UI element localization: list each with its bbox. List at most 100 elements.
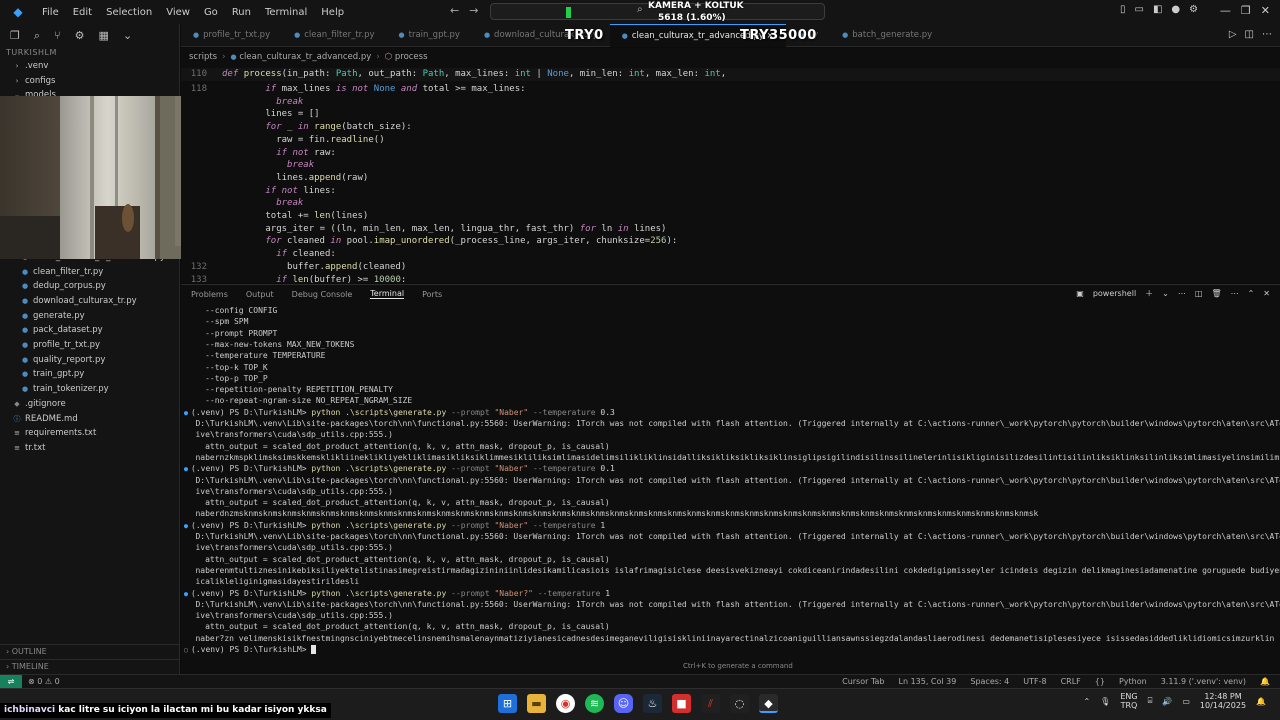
code-line[interactable]: total += len(lines) — [181, 210, 1280, 223]
spotify-icon[interactable]: ≋ — [585, 694, 604, 713]
trash-icon[interactable]: 🗑 — [1211, 289, 1221, 298]
notification-bell-icon[interactable]: 🔔 — [1256, 697, 1266, 706]
explorer-root[interactable]: TURKISHLM — [0, 46, 179, 59]
obs-icon[interactable]: ◌ — [730, 694, 749, 713]
indentation-status[interactable]: Spaces: 4 — [970, 675, 1009, 688]
forward-arrow-icon[interactable]: → — [469, 4, 478, 17]
language-mode[interactable]: Python — [1119, 675, 1147, 688]
code-line[interactable]: break — [181, 96, 1280, 109]
menu-file[interactable]: File — [36, 7, 65, 18]
panel-tab-ports[interactable]: Ports — [422, 290, 442, 299]
code-line[interactable]: for cleaned in pool.imap_unordered(_proc… — [181, 235, 1280, 248]
timeline-section[interactable]: › TIMELINE — [0, 659, 180, 673]
explorer-item[interactable]: ● pack_dataset.py — [0, 323, 179, 338]
code-line[interactable]: for _ in range(batch_size): — [181, 121, 1280, 134]
close-icon[interactable]: ✕ — [1261, 4, 1270, 17]
debug-icon[interactable]: ⚙ — [75, 29, 85, 42]
minimize-icon[interactable]: — — [1220, 4, 1231, 17]
steam-icon[interactable]: ♨ — [643, 694, 662, 713]
tab-batch-generate-py[interactable]: ● batch_generate.py — [830, 24, 944, 47]
explorer-item[interactable]: › configs — [0, 74, 179, 89]
explorer-item[interactable]: ● generate.py — [0, 309, 179, 324]
extensions-icon[interactable]: ▦ — [99, 29, 109, 42]
encoding-status[interactable]: UTF-8 — [1023, 675, 1046, 688]
code-editor[interactable]: 110 def process(in_path: Path, out_path: … — [181, 66, 1280, 283]
code-line[interactable]: break — [181, 159, 1280, 172]
eol-status[interactable]: CRLF — [1061, 675, 1081, 688]
breadcrumb-folder[interactable]: scripts — [189, 52, 217, 62]
microphone-icon[interactable]: 🎙 — [1100, 697, 1110, 706]
terminal-output[interactable]: --config CONFIG --spm SPM --prompt PROMP… — [181, 305, 1280, 655]
explorer-item[interactable]: ● profile_tr_txt.py — [0, 338, 179, 353]
menu-view[interactable]: View — [160, 7, 196, 18]
explorer-item[interactable]: ◆ .gitignore — [0, 397, 179, 412]
tab-train-gpt-py[interactable]: ● train_gpt.py — [387, 24, 472, 47]
restore-icon[interactable]: ❐ — [1241, 4, 1251, 17]
explorer-item[interactable]: ● dedup_corpus.py — [0, 279, 179, 294]
menu-selection[interactable]: Selection — [100, 7, 158, 18]
accounts-icon[interactable]: ● — [1171, 4, 1180, 15]
cursor-taskbar-icon[interactable]: ◆ — [759, 694, 778, 713]
explorer-item[interactable]: › .venv — [0, 59, 179, 74]
code-line[interactable]: args_iter = ((ln, min_len, max_len, ling… — [181, 223, 1280, 236]
bell-icon[interactable]: 🔔 — [1260, 675, 1270, 688]
sticky-scroll-line[interactable]: 110 def process(in_path: Path, out_path: … — [181, 68, 1280, 81]
explorer-item[interactable]: ● clean_filter_tr.py — [0, 265, 179, 280]
problems-indicator[interactable]: ⊗ 0 ⚠ 0 — [28, 675, 60, 688]
chrome-icon[interactable]: ◉ — [556, 694, 575, 713]
explorer-item[interactable]: ≡ tr.txt — [0, 441, 179, 456]
volume-icon[interactable]: 🔊 — [1162, 697, 1172, 706]
tab-profile-tr-txt-py[interactable]: ● profile_tr_txt.py — [181, 24, 282, 47]
code-line[interactable]: break — [181, 197, 1280, 210]
shell-label[interactable]: powershell — [1093, 289, 1136, 298]
back-arrow-icon[interactable]: ← — [450, 4, 459, 17]
cursor-position[interactable]: Ln 135, Col 39 — [899, 675, 957, 688]
app-red-icon[interactable]: ■ — [672, 694, 691, 713]
network-icon[interactable]: ⌸ — [1148, 696, 1153, 706]
start-windows-icon[interactable]: ⊞ — [498, 694, 517, 713]
code-line[interactable]: if not raw: — [181, 147, 1280, 160]
more-icon[interactable]: ⋯ — [1231, 289, 1239, 298]
language-indicator[interactable]: ENG TRQ — [1120, 692, 1137, 710]
breadcrumb-symbol[interactable]: process — [395, 52, 428, 62]
app-stripes-icon[interactable]: ⫽ — [701, 694, 720, 713]
toggle-sidebar-icon[interactable]: ▯ — [1120, 4, 1126, 15]
chevron-up-icon[interactable]: ⌃ — [1083, 697, 1090, 706]
clock[interactable]: 12:48 PM 10/14/2025 — [1200, 692, 1246, 710]
search-icon[interactable]: ⌕ — [34, 29, 40, 42]
panel-tab-output[interactable]: Output — [246, 290, 274, 299]
explorer-item[interactable]: ● download_culturax_tr.py — [0, 294, 179, 309]
code-line[interactable]: raw = fin.readline() — [181, 134, 1280, 147]
toggle-secondary-sidebar-icon[interactable]: ◧ — [1153, 4, 1162, 15]
code-line[interactable]: 118 if max_lines is not None and total >… — [181, 83, 1280, 96]
chevron-down-icon[interactable]: ⌄ — [1162, 289, 1169, 298]
more-actions-icon[interactable]: ⋯ — [1262, 29, 1272, 40]
menu-go[interactable]: Go — [198, 7, 224, 18]
code-line[interactable]: lines.append(raw) — [181, 172, 1280, 185]
menu-terminal[interactable]: Terminal — [259, 7, 313, 18]
more-actions-icon[interactable]: ⋯ — [1178, 289, 1186, 298]
new-terminal-icon[interactable]: ＋ — [1145, 288, 1153, 299]
explorer-icon[interactable]: ❐ — [10, 29, 20, 42]
code-line[interactable]: if not lines: — [181, 185, 1280, 198]
battery-icon[interactable]: ▭ — [1182, 697, 1190, 706]
panel-tab-problems[interactable]: Problems — [191, 290, 228, 299]
explorer-item[interactable]: ● quality_report.py — [0, 353, 179, 368]
code-line[interactable]: if cleaned: — [181, 248, 1280, 261]
remote-indicator-icon[interactable]: ⇌ — [0, 675, 22, 688]
explorer-item[interactable]: ● train_gpt.py — [0, 367, 179, 382]
menu-help[interactable]: Help — [315, 7, 350, 18]
tab-clean-filter-tr-py[interactable]: ● clean_filter_tr.py — [282, 24, 386, 47]
breadcrumb-file[interactable]: clean_culturax_tr_advanced.py — [239, 52, 371, 62]
split-terminal-icon[interactable]: ◫ — [1195, 289, 1203, 298]
settings-gear-icon[interactable]: ⚙ — [1189, 4, 1198, 15]
explorer-item[interactable]: ≡ requirements.txt — [0, 426, 179, 441]
file-explorer-icon[interactable]: ▬ — [527, 694, 546, 713]
maximize-panel-icon[interactable]: ⌃ — [1248, 289, 1255, 298]
run-icon[interactable]: ▷ — [1229, 29, 1237, 40]
menu-edit[interactable]: Edit — [67, 7, 98, 18]
chevron-down-icon[interactable]: ⌄ — [123, 29, 132, 42]
source-control-icon[interactable]: ⑂ — [54, 29, 61, 42]
cursor-tab-status[interactable]: Cursor Tab — [842, 675, 884, 688]
panel-tab-terminal[interactable]: Terminal — [370, 289, 405, 299]
